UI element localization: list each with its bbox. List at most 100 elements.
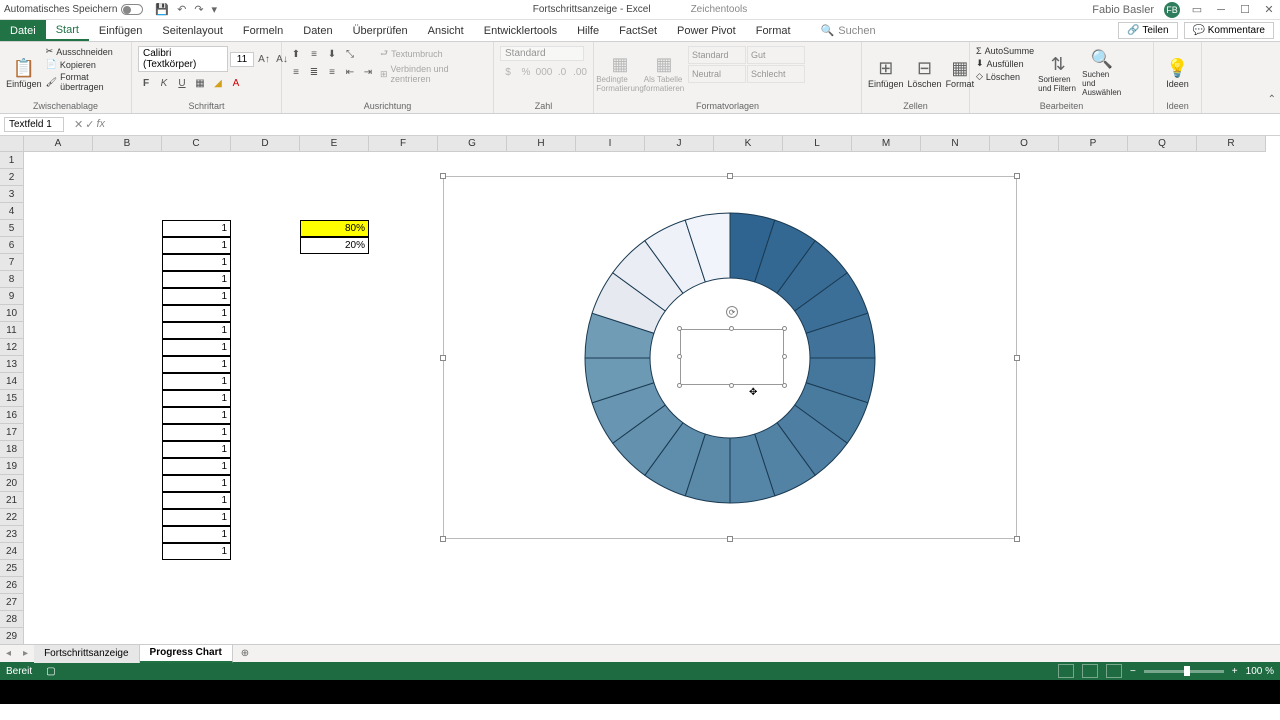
bold-button[interactable]: F <box>138 75 154 91</box>
find-select-button[interactable]: 🔍Suchen und Auswählen <box>1082 46 1122 100</box>
share-button[interactable]: 🔗 Teilen <box>1118 22 1177 39</box>
row-header[interactable]: 14 <box>0 373 24 390</box>
row-header[interactable]: 18 <box>0 441 24 458</box>
column-header[interactable]: O <box>990 136 1059 152</box>
ribbon-display-icon[interactable]: ▭ <box>1190 3 1204 17</box>
cell-e5[interactable]: 80% <box>300 220 369 237</box>
align-center-icon[interactable]: ≣ <box>306 64 322 80</box>
row-header[interactable]: 9 <box>0 288 24 305</box>
border-button[interactable]: ▦ <box>192 75 208 91</box>
orientation-icon[interactable]: ⤡ <box>342 46 358 62</box>
row-header[interactable]: 1 <box>0 152 24 169</box>
select-all-corner[interactable] <box>0 136 24 152</box>
align-left-icon[interactable]: ≡ <box>288 64 304 80</box>
row-header[interactable]: 22 <box>0 509 24 526</box>
indent-right-icon[interactable]: ⇥ <box>360 64 376 80</box>
underline-button[interactable]: U <box>174 75 190 91</box>
font-color-button[interactable]: A <box>228 75 244 91</box>
row-header[interactable]: 16 <box>0 407 24 424</box>
redo-icon[interactable]: ↷ <box>194 3 203 16</box>
formula-input[interactable] <box>111 119 1280 130</box>
data-cell[interactable]: 1 <box>162 237 231 254</box>
zoom-slider[interactable] <box>1144 670 1224 673</box>
data-cell[interactable]: 1 <box>162 271 231 288</box>
sheet-nav-prev-icon[interactable]: ◂ <box>0 648 17 659</box>
column-header[interactable]: R <box>1197 136 1266 152</box>
save-icon[interactable]: 💾 <box>155 3 169 16</box>
fx-icon[interactable]: fx <box>96 118 105 131</box>
column-header[interactable]: K <box>714 136 783 152</box>
worksheet[interactable]: ABCDEFGHIJKLMNOPQR 123456789101112131415… <box>0 136 1280 644</box>
data-cell[interactable]: 1 <box>162 390 231 407</box>
data-cell[interactable]: 1 <box>162 305 231 322</box>
column-header[interactable]: A <box>24 136 93 152</box>
column-header[interactable]: G <box>438 136 507 152</box>
tab-view[interactable]: Ansicht <box>418 20 474 41</box>
resize-handle[interactable] <box>1014 173 1020 179</box>
resize-handle[interactable] <box>1014 536 1020 542</box>
resize-handle[interactable] <box>782 383 787 388</box>
row-header[interactable]: 13 <box>0 356 24 373</box>
resize-handle[interactable] <box>677 354 682 359</box>
format-painter-button[interactable]: 🖌 Format übertragen <box>46 72 125 92</box>
chart-object[interactable]: ⟳ ✥ <box>443 176 1017 539</box>
data-cell[interactable]: 1 <box>162 407 231 424</box>
row-header[interactable]: 19 <box>0 458 24 475</box>
resize-handle[interactable] <box>727 536 733 542</box>
resize-handle[interactable] <box>782 354 787 359</box>
rotate-handle-icon[interactable]: ⟳ <box>726 306 738 318</box>
comments-button[interactable]: 💬 Kommentare <box>1184 22 1274 39</box>
data-cell[interactable]: 1 <box>162 254 231 271</box>
indent-left-icon[interactable]: ⇤ <box>342 64 358 80</box>
column-header[interactable]: L <box>783 136 852 152</box>
resize-handle[interactable] <box>677 383 682 388</box>
column-header[interactable]: C <box>162 136 231 152</box>
tab-page-layout[interactable]: Seitenlayout <box>152 20 233 41</box>
column-header[interactable]: Q <box>1128 136 1197 152</box>
copy-button[interactable]: 📄 Kopieren <box>46 59 125 70</box>
ideas-button[interactable]: 💡Ideen <box>1160 46 1195 100</box>
data-cell[interactable]: 1 <box>162 509 231 526</box>
qat-more-icon[interactable]: ▾ <box>212 3 218 16</box>
row-header[interactable]: 27 <box>0 594 24 611</box>
resize-handle[interactable] <box>782 326 787 331</box>
tab-start[interactable]: Start <box>46 20 89 41</box>
sheet-tab-active[interactable]: Progress Chart <box>140 645 233 663</box>
align-top-icon[interactable]: ⬆ <box>288 46 304 62</box>
undo-icon[interactable]: ↶ <box>177 3 186 16</box>
align-right-icon[interactable]: ≡ <box>324 64 340 80</box>
normal-view-icon[interactable] <box>1058 664 1074 678</box>
column-header[interactable]: D <box>231 136 300 152</box>
tab-insert[interactable]: Einfügen <box>89 20 152 41</box>
cell-e6[interactable]: 20% <box>300 237 369 254</box>
font-size-select[interactable]: 11 <box>230 52 254 67</box>
column-header[interactable]: M <box>852 136 921 152</box>
row-header[interactable]: 7 <box>0 254 24 271</box>
paste-button[interactable]: 📋Einfügen <box>6 46 42 100</box>
column-header[interactable]: J <box>645 136 714 152</box>
data-cell[interactable]: 1 <box>162 322 231 339</box>
tab-file[interactable]: Datei <box>0 20 46 41</box>
page-break-view-icon[interactable] <box>1106 664 1122 678</box>
resize-handle[interactable] <box>677 326 682 331</box>
close-icon[interactable]: ✕ <box>1262 3 1276 17</box>
collapse-ribbon-icon[interactable]: ⌃ <box>1268 94 1276 105</box>
column-header[interactable]: F <box>369 136 438 152</box>
column-header[interactable]: P <box>1059 136 1128 152</box>
tab-help[interactable]: Hilfe <box>567 20 609 41</box>
row-header[interactable]: 21 <box>0 492 24 509</box>
add-sheet-icon[interactable]: ⊕ <box>233 648 257 659</box>
row-header[interactable]: 5 <box>0 220 24 237</box>
avatar[interactable]: FB <box>1164 2 1180 18</box>
autosum-button[interactable]: Σ AutoSumme <box>976 46 1034 56</box>
row-header[interactable]: 11 <box>0 322 24 339</box>
zoom-in-icon[interactable]: + <box>1232 666 1238 677</box>
tab-formulas[interactable]: Formeln <box>233 20 293 41</box>
resize-handle[interactable] <box>440 536 446 542</box>
toggle-switch[interactable] <box>121 4 143 15</box>
data-cell[interactable]: 1 <box>162 356 231 373</box>
row-header[interactable]: 25 <box>0 560 24 577</box>
data-cell[interactable]: 1 <box>162 424 231 441</box>
data-cell[interactable]: 1 <box>162 543 231 560</box>
macro-record-icon[interactable]: ▢ <box>46 666 55 677</box>
